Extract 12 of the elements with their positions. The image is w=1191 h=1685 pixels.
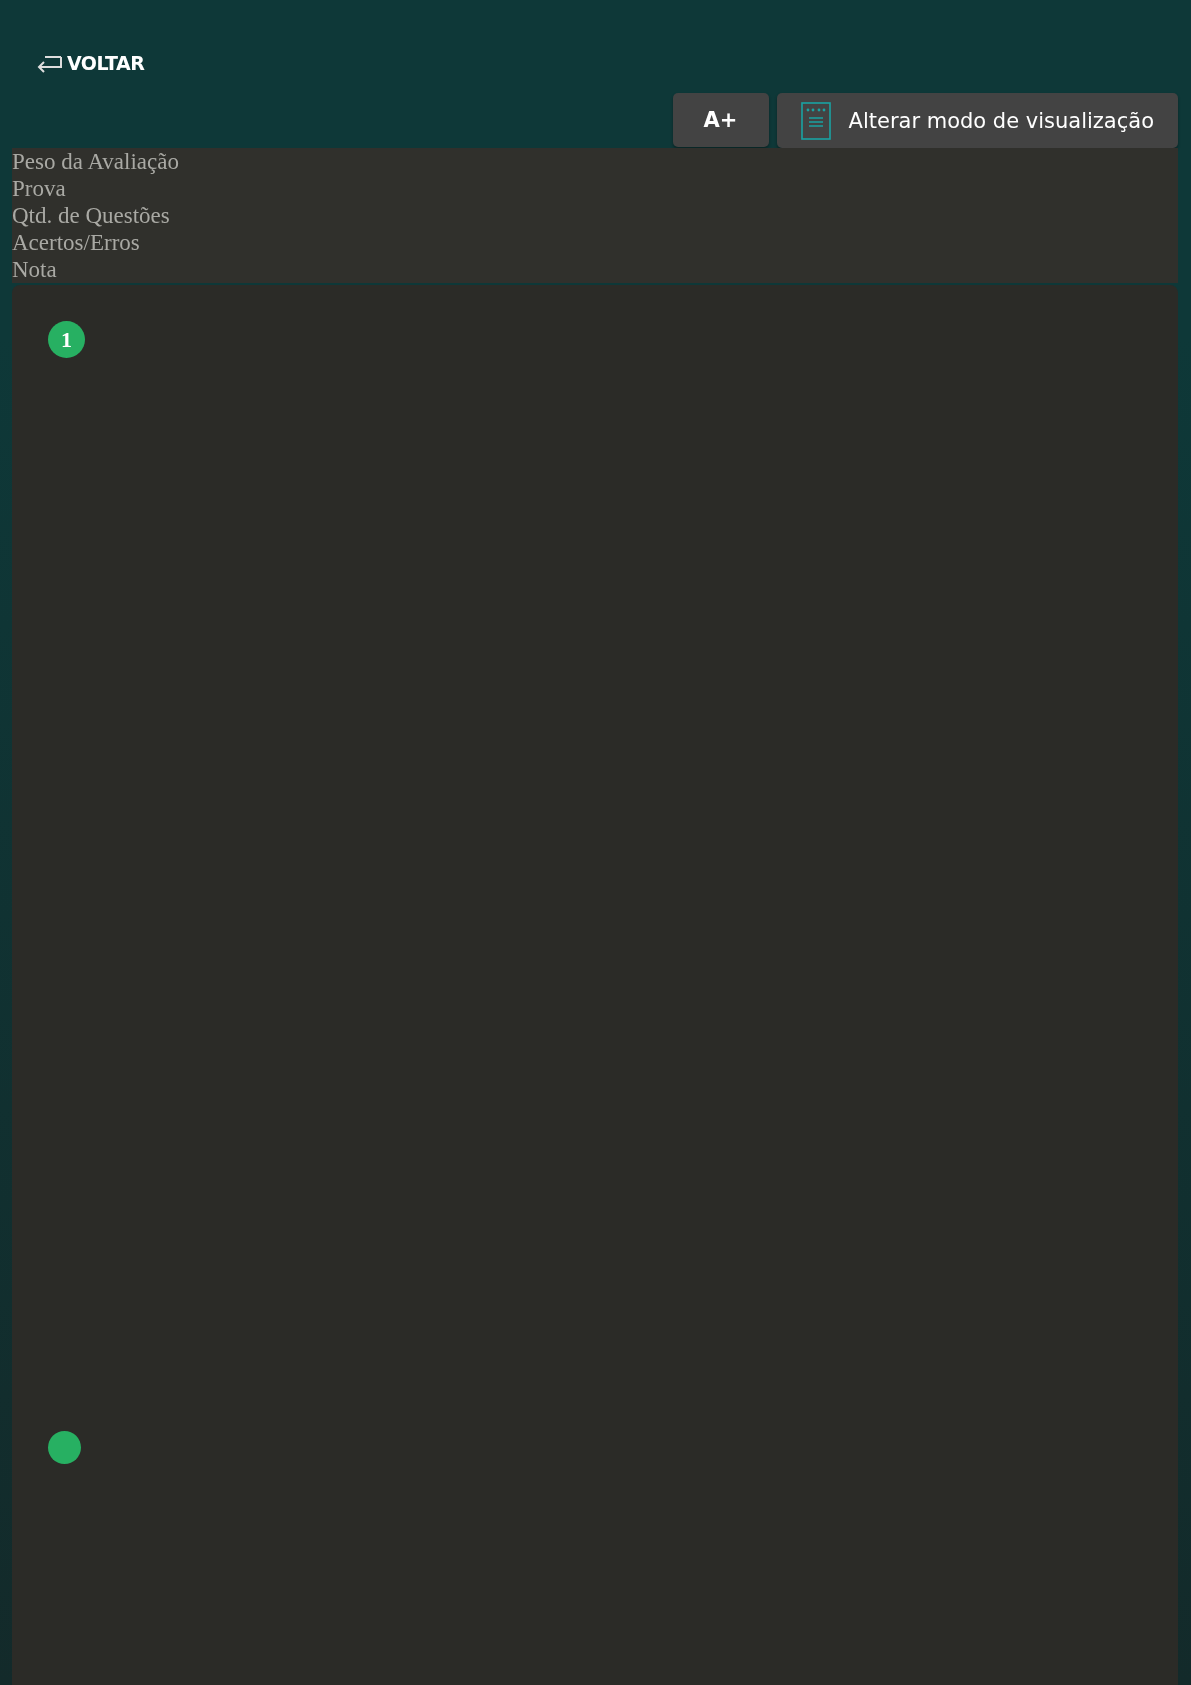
document-icon xyxy=(800,101,831,140)
font-size-button[interactable]: A+ xyxy=(672,93,769,147)
back-button[interactable]: VOLTAR xyxy=(35,50,145,76)
view-mode-button[interactable]: Alterar modo de visualização xyxy=(776,93,1178,148)
summary-label: Peso da Avaliação xyxy=(12,148,180,175)
summary-label: Qtd. de Questões xyxy=(12,202,171,229)
summary-label: Acertos/Erros xyxy=(12,229,141,256)
summary-label: Nota xyxy=(12,256,58,283)
return-icon xyxy=(35,53,63,73)
question-number: 1 xyxy=(48,321,85,358)
summary-label: Prova xyxy=(12,175,67,202)
status-dot xyxy=(48,1431,81,1464)
